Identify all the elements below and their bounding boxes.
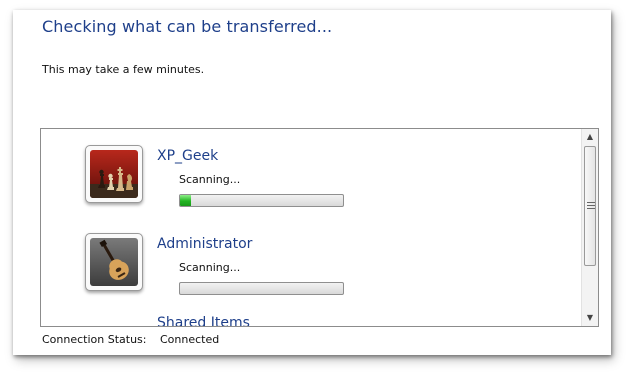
user-list-panel: XP_Geek Scanning... Administrator Scanni… (40, 128, 599, 327)
progress-fill (180, 195, 192, 206)
transfer-dialog: Checking what can be transferred... This… (13, 10, 611, 355)
scrollbar-thumb[interactable] (584, 146, 596, 266)
shared-items-label: Shared Items (157, 315, 250, 327)
user-name: XP_Geek (157, 148, 219, 164)
user-name: Administrator (157, 236, 253, 252)
list-item: Administrator Scanning... (85, 233, 555, 313)
connection-status: Connection Status: Connected (42, 333, 219, 346)
user-status: Scanning... (179, 173, 241, 186)
connection-status-label: Connection Status: (42, 333, 147, 346)
progress-bar (179, 282, 344, 295)
chess-pieces-icon (90, 150, 138, 198)
vertical-scrollbar[interactable]: ▲ ▼ (581, 129, 598, 326)
page-title: Checking what can be transferred... (42, 17, 333, 36)
connection-status-value: Connected (160, 333, 220, 346)
grip-icon (587, 201, 595, 210)
scroll-up-arrow-icon[interactable]: ▲ (582, 130, 598, 144)
user-avatar (85, 145, 143, 203)
guitar-icon (90, 238, 138, 286)
page-subtitle: This may take a few minutes. (42, 63, 205, 76)
user-avatar (85, 233, 143, 291)
list-item: XP_Geek Scanning... (85, 145, 555, 225)
user-status: Scanning... (179, 261, 241, 274)
scroll-down-arrow-icon[interactable]: ▼ (582, 311, 598, 325)
progress-bar (179, 194, 344, 207)
